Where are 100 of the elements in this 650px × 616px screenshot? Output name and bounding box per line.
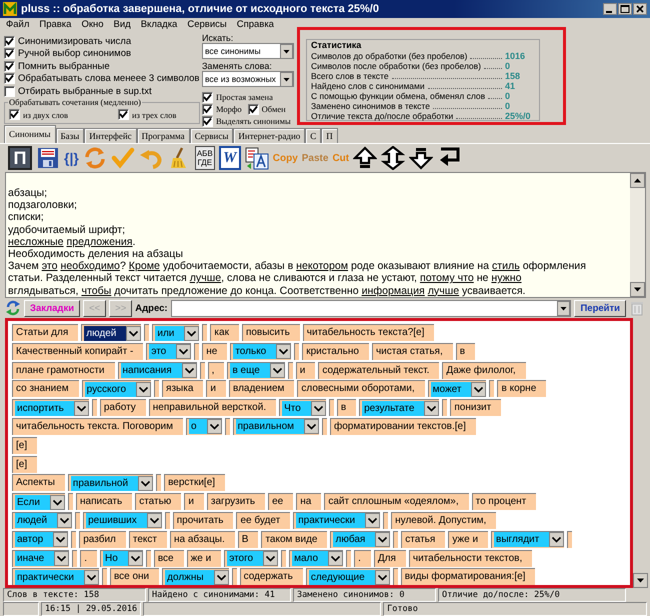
clock-panel: 16:15 | 29.05.2016 [41, 602, 142, 616]
tab[interactable]: Интерфейс [84, 128, 137, 143]
synonym-dropdown[interactable]: правильной [68, 474, 154, 492]
menu-item[interactable]: Правка [39, 19, 72, 33]
synonym-dropdown[interactable]: или [152, 324, 200, 341]
status-panel: Слов в тексте: 158 [3, 588, 146, 602]
address-field[interactable] [170, 300, 572, 316]
toolbar-button[interactable]: {|} [64, 146, 79, 170]
text-line: вглядываться, чтобы дочитать предложение до конца. Соответственно информация лучше усваивается. [8, 284, 526, 297]
synonym-dropdown[interactable]: написания [118, 362, 197, 379]
text-fragment: не [202, 342, 228, 360]
text-line: удобочитаемый шрифт; [8, 224, 126, 236]
text-fragment: читабельности текстов, [408, 550, 532, 567]
tab[interactable]: С [305, 128, 322, 143]
synonym-dropdown[interactable]: это [146, 342, 192, 360]
tab[interactable]: Программа [136, 128, 190, 143]
checkbox-label: Синонимизировать числа [18, 36, 132, 47]
empty-field [346, 550, 352, 567]
synonym-dropdown[interactable]: автор [12, 530, 68, 548]
text-fragment: повысить [242, 324, 300, 341]
checkbox[interactable] [9, 109, 20, 120]
tab[interactable]: Синонимы [4, 125, 56, 143]
minimize-icon[interactable] [603, 3, 617, 15]
synonym-dropdown[interactable]: Но [100, 550, 143, 567]
menu-item[interactable]: Вид [114, 19, 131, 33]
checkbox[interactable] [4, 60, 15, 72]
checkbox[interactable] [202, 92, 213, 102]
synonym-dropdown[interactable]: людей [12, 512, 72, 529]
checkbox[interactable] [4, 36, 15, 47]
text-fragment: читабельность текста. Поговорим [12, 418, 183, 435]
statistic-label: Заменено синонимов в тексте [311, 101, 430, 111]
synonym-dropdown[interactable]: может [428, 380, 486, 398]
checkbox[interactable] [202, 104, 213, 114]
refresh-arrows-icon[interactable] [5, 300, 21, 316]
synonym-dropdown[interactable]: этого [224, 550, 278, 567]
synonym-dropdown[interactable]: о [186, 418, 222, 435]
go-button[interactable]: Перейти [574, 300, 626, 316]
synonym-dropdown[interactable]: практически [293, 512, 380, 529]
synonym-dropdown[interactable]: результате [359, 399, 440, 416]
toolbar-button[interactable]: П [8, 146, 32, 170]
synonym-dropdown[interactable]: должны [162, 568, 229, 585]
empty-field [200, 362, 205, 379]
scrollbar[interactable] [630, 173, 645, 297]
checkbox[interactable] [202, 116, 213, 126]
arrow-down-icon[interactable] [409, 146, 434, 170]
close-icon[interactable] [633, 3, 647, 15]
menu-item[interactable]: Окно [81, 19, 104, 33]
menu-item[interactable]: Сервисы [187, 19, 227, 33]
scroll-up-icon[interactable] [630, 173, 645, 188]
synonym-dropdown[interactable]: следующие [306, 568, 390, 585]
text-fragment: , [208, 362, 224, 379]
checkbox-label: Ручной выбор синонимов [18, 48, 132, 60]
checkmark-icon[interactable] [110, 146, 135, 170]
synonym-dropdown[interactable]: иначе [12, 550, 70, 567]
arrow-up-icon[interactable] [353, 146, 378, 170]
tab[interactable]: Базы [56, 128, 84, 143]
synonym-dropdown[interactable]: людей [81, 324, 142, 341]
text-fragment: Качественный копирайт - [12, 342, 144, 360]
synonym-dropdown[interactable]: мало [289, 550, 344, 567]
group-title: Обрабатывать сочетания (медленно) [8, 96, 142, 106]
menu-item[interactable]: Справка [236, 19, 274, 33]
scroll-down-icon[interactable] [633, 573, 648, 588]
menu-item[interactable]: Вкладка [140, 19, 178, 33]
menu-item[interactable]: Файл [6, 19, 30, 33]
tab[interactable]: П [321, 128, 338, 143]
checkbox-label: Выделять синонимы [216, 116, 291, 126]
synonym-dropdown[interactable]: выглядит [491, 530, 564, 548]
toolbar-button[interactable]: АБВ ГДЕ [194, 146, 215, 170]
address-label: Адрес: [135, 302, 168, 314]
synonym-dropdown[interactable]: только [230, 342, 292, 360]
maximize-icon[interactable] [618, 3, 632, 15]
text-fragment: ее будет [236, 512, 290, 529]
checkbox[interactable] [4, 86, 15, 97]
text-fragment: загрузить [206, 493, 266, 510]
tab[interactable]: Сервисы [190, 128, 234, 143]
panel-title: Статистика [311, 40, 362, 51]
dropdown[interactable]: все синонимы [202, 43, 294, 59]
synonym-dropdown[interactable]: испортить [12, 399, 89, 416]
synonym-dropdown[interactable]: практически [12, 568, 99, 585]
synonym-dropdown[interactable]: русского [82, 380, 152, 398]
arrow-up-down-icon[interactable] [381, 146, 406, 170]
checkbox[interactable] [248, 104, 259, 114]
synonym-dropdown[interactable]: любая [330, 530, 390, 548]
scroll-down-icon[interactable] [630, 282, 645, 297]
synonym-dropdown[interactable]: правильном [232, 418, 320, 435]
text-editor[interactable] [5, 172, 646, 298]
text-fragment: словесными оборотами, [297, 380, 425, 398]
synonym-dropdown[interactable]: решивших [83, 512, 162, 529]
dropdown[interactable]: все из возможных [202, 71, 294, 87]
toolbar-button[interactable]: W [218, 146, 241, 170]
checkmark-icon [10, 110, 19, 120]
checkbox[interactable] [118, 109, 129, 120]
checkbox[interactable] [4, 73, 15, 84]
tab[interactable]: Интернет-радио [233, 128, 306, 143]
synonym-dropdown[interactable]: Что [279, 399, 326, 416]
checkbox[interactable] [4, 48, 15, 60]
translate-icon[interactable] [244, 146, 269, 170]
synonym-dropdown[interactable]: Если [12, 493, 65, 510]
text-fragment: же и [186, 550, 222, 567]
synonym-dropdown[interactable]: в еще [227, 362, 285, 379]
